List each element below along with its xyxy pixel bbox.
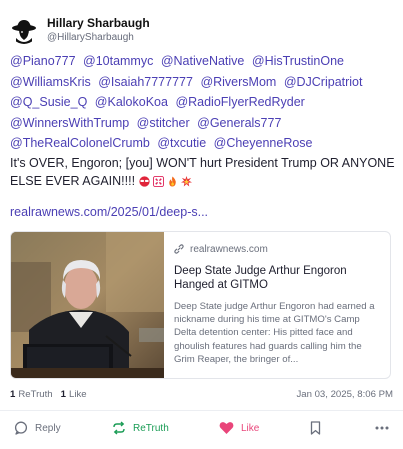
anger-symbol-icon [152, 176, 164, 187]
like-stat[interactable]: 1 Like [61, 389, 87, 400]
sunglasses-red-icon [138, 176, 150, 187]
emoji-group [138, 176, 192, 187]
mention-link[interactable]: @CheyenneRose [214, 136, 313, 150]
retruth-count: 1 [10, 388, 16, 400]
link-preview-description: Deep State judge Arthur Engoron had earn… [174, 301, 375, 365]
like-stat-label: Like [69, 388, 87, 400]
retruth-label: ReTruth [133, 422, 169, 434]
mention-link[interactable]: @WinnersWithTrump [10, 116, 129, 130]
mention-link[interactable]: @TheRealColonelCrumb [10, 136, 150, 150]
link-preview-body: realrawnews.com Deep State Judge Arthur … [164, 232, 390, 378]
reply-bubble-icon [14, 421, 28, 435]
mention-link[interactable]: @WilliamsKris [10, 75, 91, 89]
post-link[interactable]: realrawnews.com/2025/01/deep-s... [10, 205, 208, 219]
collision-icon [180, 176, 192, 187]
author-handle[interactable]: @HillarySharbaugh [47, 31, 150, 45]
mention-link[interactable]: @Q_Susie_Q [10, 95, 87, 109]
link-preview-image [11, 232, 164, 378]
mention-link[interactable]: @DJCripatriot [284, 75, 363, 89]
like-button[interactable]: Like [219, 414, 259, 442]
retruth-stat[interactable]: 1 ReTruth [10, 389, 53, 400]
post-body: It's OVER, Engoron; [you] WON'T hurt Pre… [10, 154, 395, 190]
mention-link[interactable]: @10tammyc [83, 54, 153, 68]
truth-post: Hillary Sharbaugh @HillarySharbaugh @Pia… [0, 0, 403, 449]
judge-photo-image [11, 232, 164, 378]
retruth-button[interactable]: ReTruth [112, 414, 169, 442]
more-dots-icon [375, 426, 389, 430]
mention-link[interactable]: @Isaiah7777777 [98, 75, 193, 89]
more-options-button[interactable] [375, 414, 396, 442]
post-meta: 1 ReTruth 1 Like Jan 03, 2025, 8:06 PM [10, 387, 393, 401]
bookmark-icon [310, 421, 321, 435]
link-preview-title: Deep State Judge Arthur Engoron Hanged a… [174, 265, 347, 291]
action-divider [0, 410, 403, 411]
mention-list: @Piano777 @10tammyc @NativeNative @HisTr… [10, 51, 395, 154]
post-header: Hillary Sharbaugh @HillarySharbaugh [10, 13, 150, 47]
mention-link[interactable]: @HisTrustinOne [252, 54, 344, 68]
post-timestamp[interactable]: Jan 03, 2025, 8:06 PM [296, 389, 393, 400]
mention-link[interactable]: @KalokoKoa [95, 95, 168, 109]
link-preview-domain: realrawnews.com [174, 242, 380, 256]
action-bar: Reply ReTruth Like [0, 414, 403, 442]
like-count: 1 [60, 388, 66, 400]
link-icon [174, 244, 184, 254]
hat-silhouette-avatar-icon [12, 20, 36, 44]
like-label: Like [241, 422, 260, 434]
author-names: Hillary Sharbaugh @HillarySharbaugh [47, 16, 150, 45]
mention-link[interactable]: @stitcher [137, 116, 190, 130]
fire-icon [168, 176, 176, 187]
mention-link[interactable]: @RadioFlyerRedRyder [175, 95, 304, 109]
post-text: It's OVER, Engoron; [you] WON'T hurt Pre… [10, 156, 395, 188]
mention-link[interactable]: @Piano777 [10, 54, 76, 68]
reply-button[interactable]: Reply [14, 414, 61, 442]
bookmark-button[interactable] [310, 414, 328, 442]
retruth-arrows-icon [113, 421, 125, 435]
avatar[interactable] [10, 16, 38, 44]
mention-link[interactable]: @NativeNative [161, 54, 245, 68]
mention-link[interactable]: @txcutie [157, 136, 206, 150]
mention-link[interactable]: @RiversMom [200, 75, 276, 89]
mention-link[interactable]: @Generals777 [197, 116, 281, 130]
retruth-stat-label: ReTruth [18, 388, 53, 400]
reply-label: Reply [35, 422, 61, 434]
link-preview-domain-text: realrawnews.com [190, 243, 268, 255]
author-display-name[interactable]: Hillary Sharbaugh [47, 16, 150, 31]
heart-icon [219, 422, 234, 434]
link-preview-card[interactable]: realrawnews.com Deep State Judge Arthur … [10, 231, 391, 379]
